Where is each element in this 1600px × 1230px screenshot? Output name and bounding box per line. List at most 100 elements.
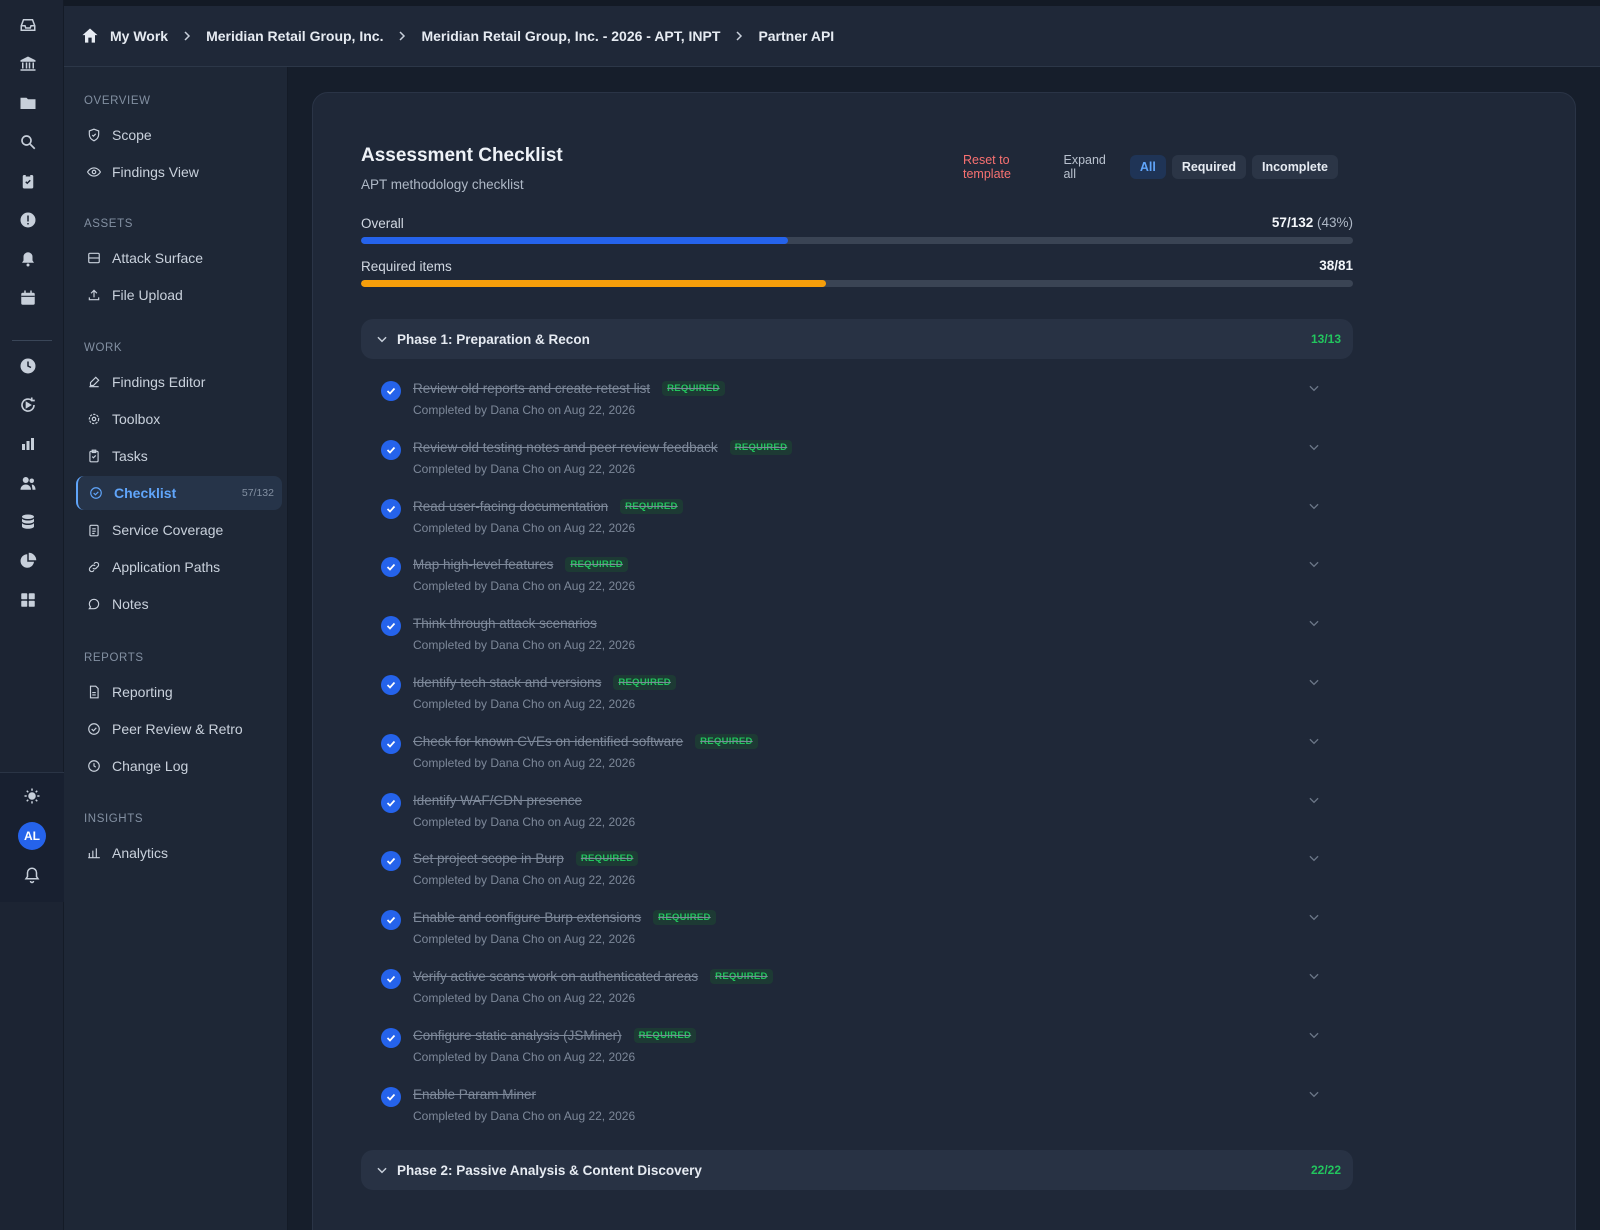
checklist-item: Configure static analysis (JSMiner) REQUI…: [381, 1022, 1333, 1078]
item-title-text: Set project scope in Burp: [413, 851, 564, 867]
search-icon[interactable]: [17, 131, 39, 153]
chevron-down-icon[interactable]: [1307, 675, 1321, 689]
phase-count: 22/22: [1310, 1163, 1341, 1177]
phase-1-header[interactable]: Phase 1: Preparation & Recon 13/13: [361, 319, 1353, 359]
item-title-text: Review old reports and create retest lis…: [413, 381, 651, 396]
breadcrumb-client[interactable]: Meridian Retail Group, Inc.: [206, 28, 383, 44]
filter-required[interactable]: Required: [1171, 155, 1246, 179]
refresh-icon[interactable]: [17, 394, 39, 416]
item-checkbox[interactable]: [381, 969, 401, 989]
users-icon[interactable]: [17, 472, 39, 494]
grid-icon[interactable]: [17, 589, 39, 611]
item-checkbox[interactable]: [381, 381, 401, 401]
chevron-down-icon[interactable]: [1307, 1028, 1321, 1042]
clock-icon: [86, 758, 102, 774]
sidebar-item-findings-editor[interactable]: Findings Editor: [76, 365, 282, 399]
calendar-icon[interactable]: [17, 287, 39, 309]
sidebar-item-tasks[interactable]: Tasks: [76, 439, 282, 473]
chevron-down-icon[interactable]: [1307, 557, 1321, 571]
sidebar-section-overview: OVERVIEW: [84, 95, 151, 107]
sidebar-item-scope[interactable]: Scope: [76, 118, 282, 152]
required-label: Required items: [361, 259, 452, 274]
bank-icon[interactable]: [17, 53, 39, 75]
item-meta: Completed by Dana Cho on Aug 22, 2026: [413, 697, 636, 711]
shield-icon: [86, 127, 102, 143]
sidebar-item-toolbox[interactable]: Toolbox: [76, 402, 282, 436]
overall-progress: Overall 57/132 (43%): [361, 215, 1353, 244]
required-badge: REQUIRED: [620, 498, 683, 514]
breadcrumb-my-work[interactable]: My Work: [110, 28, 168, 44]
chevron-down-icon[interactable]: [1307, 793, 1321, 807]
filter-all[interactable]: All: [1129, 155, 1166, 179]
chevron-right-icon: [733, 30, 745, 42]
item-checkbox[interactable]: [381, 792, 401, 813]
clipboard-list-icon: [86, 522, 102, 538]
sidebar-item-service-coverage[interactable]: Service Coverage: [76, 513, 282, 547]
chevron-down-icon[interactable]: [1307, 616, 1321, 630]
bar-chart-icon[interactable]: [17, 433, 39, 455]
avatar[interactable]: AL: [18, 822, 46, 850]
home-icon[interactable]: [80, 26, 100, 46]
item-checkbox[interactable]: [381, 851, 401, 872]
sidebar-item-peer-review[interactable]: Peer Review & Retro: [76, 712, 282, 746]
reset-to-template-button[interactable]: Reset to template: [963, 153, 1047, 181]
item-checkbox[interactable]: [381, 675, 401, 695]
item-title: Think through attack scenarios: [413, 616, 597, 631]
chevron-down-icon[interactable]: [1307, 440, 1321, 454]
breadcrumb-engagement[interactable]: Meridian Retail Group, Inc. - 2026 - APT…: [421, 28, 720, 44]
check-icon: [386, 858, 396, 866]
clipboard-icon[interactable]: [17, 170, 39, 192]
inbox-icon[interactable]: [17, 14, 39, 36]
check-icon: [386, 1034, 396, 1042]
folder-icon[interactable]: [17, 92, 39, 114]
alert-icon[interactable]: [17, 209, 39, 231]
chevron-down-icon[interactable]: [1307, 734, 1321, 748]
sun-icon[interactable]: [21, 785, 43, 807]
sidebar-item-checklist[interactable]: Checklist 57/132: [76, 476, 282, 510]
item-checkbox[interactable]: [381, 439, 401, 460]
item-checkbox[interactable]: [381, 498, 401, 519]
chevron-down-icon[interactable]: [1307, 910, 1321, 924]
item-checkbox[interactable]: [381, 557, 401, 578]
clock-icon[interactable]: [17, 355, 39, 377]
sidebar-item-label: Attack Surface: [112, 250, 204, 266]
bell-icon[interactable]: [17, 248, 39, 270]
sidebar-item-analytics[interactable]: Analytics: [76, 836, 282, 870]
chevron-down-icon[interactable]: [1307, 969, 1321, 983]
item-checkbox[interactable]: [381, 1086, 401, 1107]
sidebar: OVERVIEW Scope Findings View ASSETS Atta…: [64, 67, 288, 1230]
item-checkbox[interactable]: [381, 910, 401, 931]
item-checkbox[interactable]: [381, 1027, 401, 1048]
sidebar-item-change-log[interactable]: Change Log: [76, 749, 282, 783]
bell-outline-icon[interactable]: [21, 864, 43, 886]
expand-all-button[interactable]: Expand all: [1063, 153, 1113, 181]
sidebar-item-label: Peer Review & Retro: [112, 721, 243, 737]
check-icon: [386, 564, 396, 572]
sidebar-item-application-paths[interactable]: Application Paths: [76, 550, 282, 584]
chevron-down-icon[interactable]: [1307, 381, 1321, 395]
sidebar-item-file-upload[interactable]: File Upload: [76, 278, 282, 312]
database-icon[interactable]: [17, 511, 39, 533]
phase-2-header[interactable]: Phase 2: Passive Analysis & Content Disc…: [361, 1150, 1353, 1190]
pie-chart-icon[interactable]: [17, 550, 39, 572]
sidebar-item-label: Scope: [112, 127, 152, 143]
chevron-down-icon[interactable]: [1307, 499, 1321, 513]
sidebar-item-reporting[interactable]: Reporting: [76, 675, 282, 709]
filter-incomplete[interactable]: Incomplete: [1252, 155, 1338, 179]
page-subtitle: APT methodology checklist: [361, 177, 524, 192]
item-title: Configure static analysis (JSMiner) REQUI…: [413, 1027, 697, 1043]
page-title: Assessment Checklist: [361, 145, 563, 166]
sidebar-item-notes[interactable]: Notes: [76, 587, 282, 621]
item-checkbox[interactable]: [381, 733, 401, 754]
breadcrumb-current[interactable]: Partner API: [758, 28, 834, 44]
chevron-down-icon[interactable]: [1307, 851, 1321, 865]
required-badge: REQUIRED: [662, 381, 725, 396]
checklist-item: Verify active scans work on authenticate…: [381, 963, 1333, 1019]
sidebar-item-attack-surface[interactable]: Attack Surface: [76, 241, 282, 275]
item-title-text: Read user-facing documentation: [413, 498, 609, 514]
check-icon: [386, 1093, 396, 1101]
sidebar-section-insights: INSIGHTS: [84, 813, 144, 825]
chevron-down-icon[interactable]: [1307, 1087, 1321, 1101]
sidebar-item-findings-view[interactable]: Findings View: [76, 155, 282, 189]
item-checkbox[interactable]: [381, 616, 401, 637]
